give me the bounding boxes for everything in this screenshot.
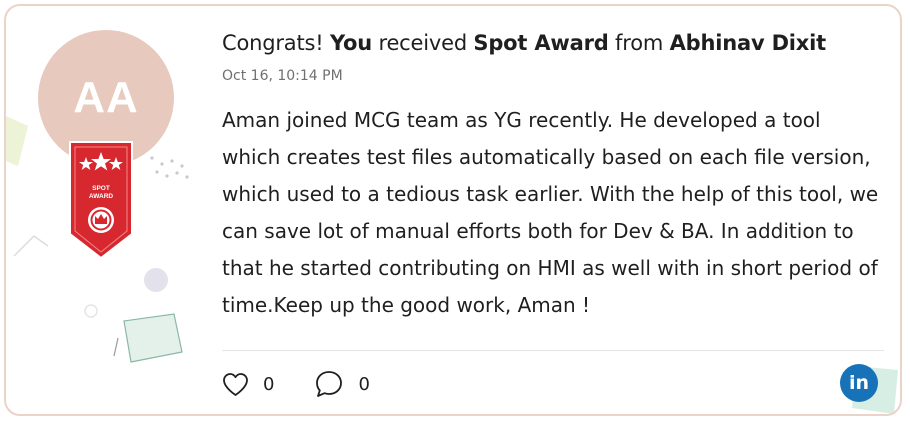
headline-from: from xyxy=(608,31,670,55)
like-count: 0 xyxy=(263,373,275,395)
headline-prefix: Congrats! xyxy=(222,31,330,55)
award-headline: Congrats! You received Spot Award from A… xyxy=(222,28,882,58)
divider xyxy=(222,350,884,351)
badge-line-1: SPOT xyxy=(92,185,110,192)
sender-name[interactable]: Abhinav Dixit xyxy=(670,31,827,55)
comment-bubble-icon xyxy=(316,371,343,397)
award-content: Congrats! You received Spot Award from A… xyxy=(222,28,882,324)
comment-count: 0 xyxy=(358,373,370,395)
badge-line-2: AWARD xyxy=(89,193,114,200)
like-button[interactable]: 0 xyxy=(222,372,274,397)
avatar-initials: AA xyxy=(73,73,139,122)
timestamp: Oct 16, 10:14 PM xyxy=(222,68,343,84)
linkedin-share-button[interactable]: in xyxy=(840,364,878,402)
comment-button[interactable]: 0 xyxy=(314,369,370,399)
reaction-bar: 0 0 xyxy=(222,368,370,400)
headline-verb: received xyxy=(372,31,474,55)
award-message: Aman joined MCG team as YG recently. He … xyxy=(222,108,879,317)
recipient-name[interactable]: You xyxy=(330,31,372,55)
spot-award-badge-icon: SPOT AWARD xyxy=(69,141,133,260)
heart-icon xyxy=(223,372,248,396)
linkedin-icon: in xyxy=(848,372,870,394)
award-card: AA SPOT AWARD Congrats! You received Spo… xyxy=(4,4,902,416)
award-name: Spot Award xyxy=(473,31,609,55)
